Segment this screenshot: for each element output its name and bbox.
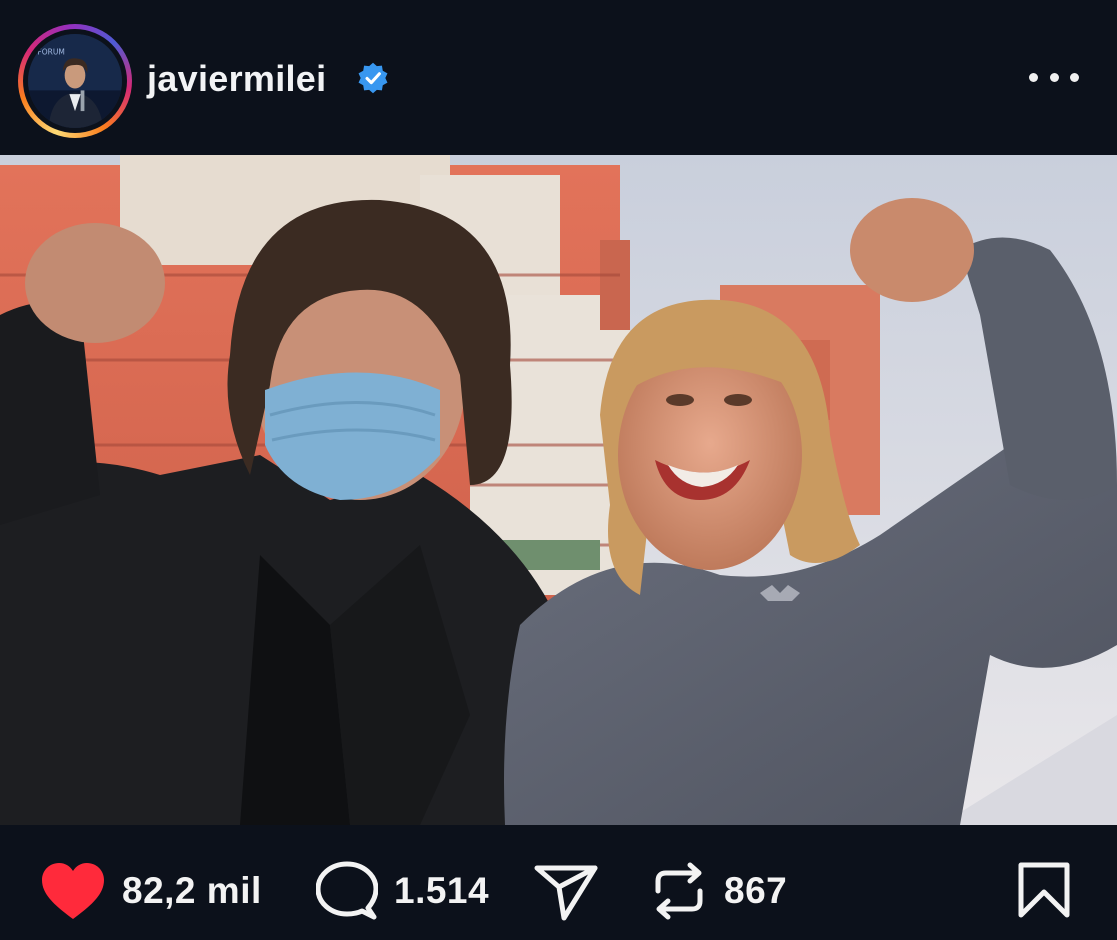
like-button[interactable]: 82,2 mil (40, 861, 262, 921)
svg-text:FORUM: FORUM (37, 48, 64, 57)
comment-icon[interactable] (316, 861, 378, 921)
bookmark-icon[interactable] (1017, 861, 1071, 919)
username[interactable]: javiermilei (147, 58, 326, 100)
verified-badge-icon (358, 62, 388, 94)
post-header: FORUM javiermilei (0, 0, 1117, 155)
heart-icon[interactable] (40, 861, 106, 921)
photo-content (0, 155, 1117, 825)
share-button[interactable] (534, 863, 598, 921)
save-button[interactable] (1017, 861, 1071, 919)
repost-button[interactable]: 867 (650, 861, 787, 921)
action-bar: 82,2 mil 1.514 867 (0, 825, 1117, 940)
repost-count[interactable]: 867 (724, 870, 787, 912)
more-options-icon[interactable] (1029, 62, 1079, 92)
post-image[interactable] (0, 155, 1117, 825)
comment-count[interactable]: 1.514 (394, 870, 489, 912)
story-ring[interactable]: FORUM (18, 24, 132, 138)
send-icon[interactable] (534, 863, 598, 921)
avatar[interactable]: FORUM (28, 34, 122, 128)
comment-button[interactable]: 1.514 (316, 861, 489, 921)
repost-icon[interactable] (650, 861, 708, 921)
like-count[interactable]: 82,2 mil (122, 870, 262, 912)
